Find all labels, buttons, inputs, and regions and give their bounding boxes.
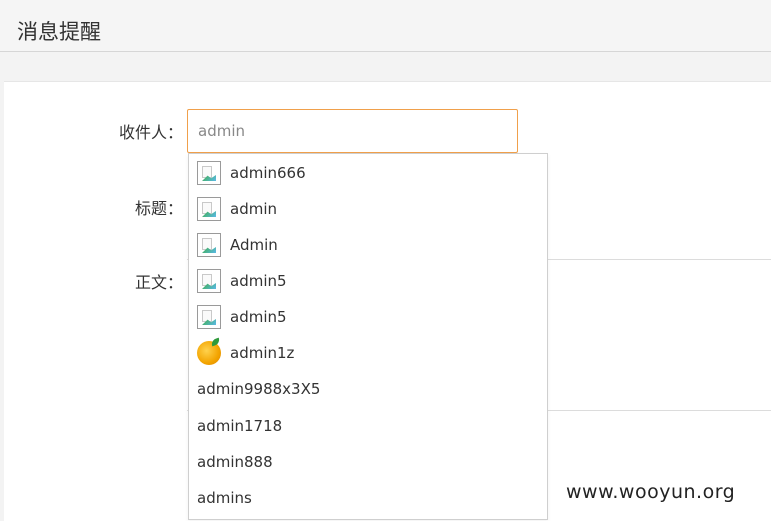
recipient-input[interactable] [187,109,518,153]
suggestion-label: admin1718 [197,417,283,435]
broken-image-icon [197,269,221,293]
suggestion-label: admins [197,489,252,507]
suggestion-item[interactable]: admin5 [189,299,547,335]
suggestion-label: admin5 [230,272,287,290]
page-header: 消息提醒 [0,0,771,52]
suggestion-label: admin5 [230,308,287,326]
suggestion-item[interactable]: admin9988x3X5 [189,371,547,407]
fruit-avatar-icon [197,341,221,365]
suggestion-item[interactable]: Admin [189,227,547,263]
suggestion-label: Admin [230,236,278,254]
recipient-suggestion-list: admin666 admin Admin admin5 admin5 admin… [188,153,548,520]
broken-image-icon [197,305,221,329]
broken-image-icon [197,233,221,257]
subject-label: 标题： [134,199,183,218]
watermark: www.wooyun.org [566,481,736,503]
suggestion-label: admin666 [230,164,306,182]
suggestion-item[interactable]: admin666 [189,155,547,191]
suggestion-label: admin9988x3X5 [197,380,321,398]
suggestion-item[interactable]: admin5 [189,263,547,299]
suggestion-item[interactable]: admin888 [189,444,547,480]
suggestion-label: admin1z [230,344,295,362]
suggestion-item[interactable]: admins [189,480,547,516]
suggestion-item[interactable]: admin [189,191,547,227]
suggestion-label: admin888 [197,453,273,471]
suggestion-label: admin [230,200,277,218]
suggestion-item[interactable]: admin1z [189,335,547,371]
page-title: 消息提醒 [17,20,101,44]
broken-image-icon [197,197,221,221]
broken-image-icon [197,161,221,185]
suggestion-item[interactable]: admin1718 [189,408,547,444]
body-label: 正文： [134,273,183,292]
recipient-label: 收件人： [118,123,183,142]
